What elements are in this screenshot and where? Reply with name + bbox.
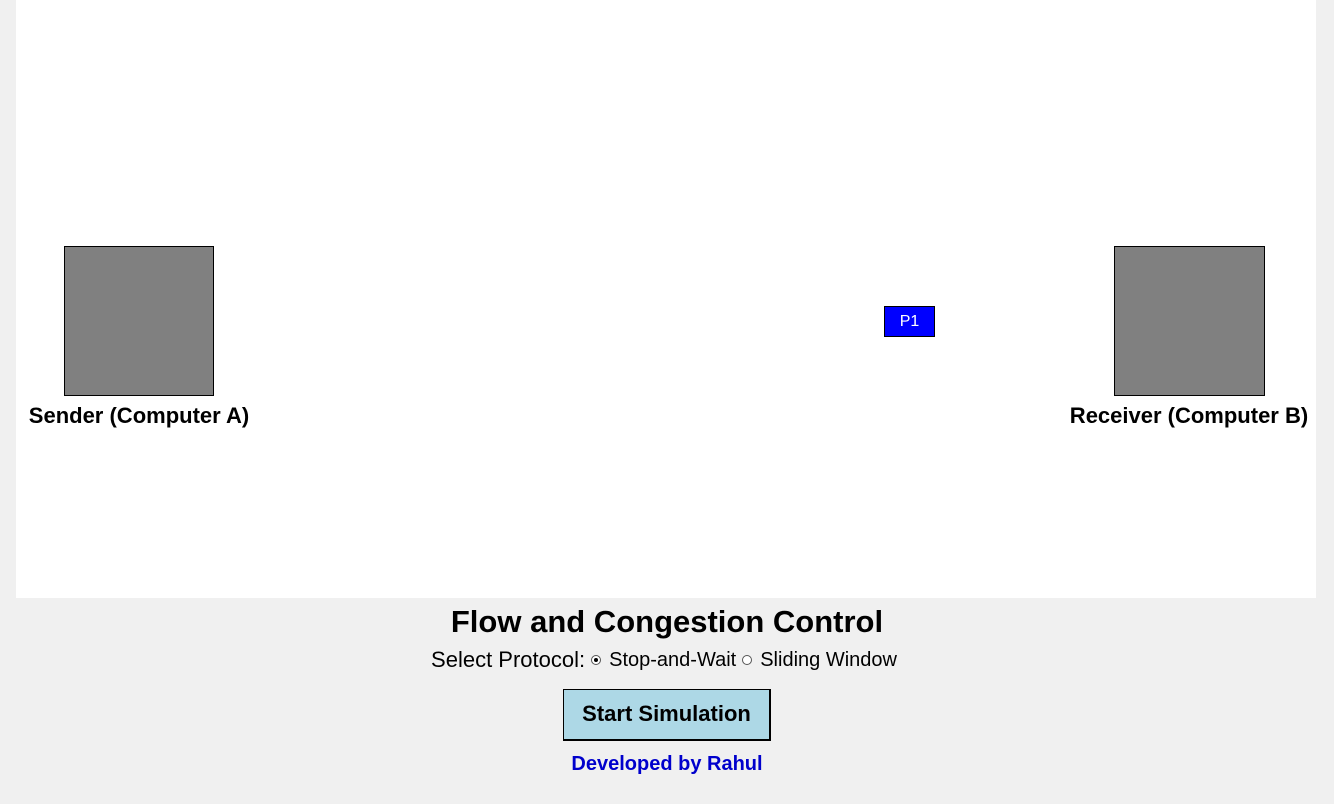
page-title: Flow and Congestion Control [450, 604, 884, 639]
sender-label: Sender (Computer A) [28, 403, 250, 428]
protocol-selector: Select Protocol: Stop-and-Wait Sliding W… [0, 646, 1334, 674]
start-simulation-button[interactable]: Start Simulation [563, 689, 771, 741]
receiver-computer-box [1114, 246, 1265, 396]
control-panel: Flow and Congestion Control Select Proto… [0, 600, 1334, 776]
radio-sliding-window-label: Sliding Window [760, 648, 897, 671]
sender-computer-box [64, 246, 214, 396]
radio-sliding-window-circle[interactable] [742, 655, 753, 665]
packet-p1: P1 [884, 306, 935, 337]
radio-stop-and-wait-label: Stop-and-Wait [609, 648, 737, 671]
simulation-canvas: Sender (Computer A) P1 Receiver (Compute… [16, 0, 1316, 598]
radio-stop-and-wait-circle[interactable] [591, 655, 602, 665]
radio-sliding-window[interactable]: Sliding Window [742, 649, 897, 672]
developer-credit: Developed by Rahul [571, 753, 763, 775]
protocol-label: Select Protocol: [431, 647, 586, 672]
receiver-label: Receiver (Computer B) [1069, 403, 1309, 428]
radio-stop-and-wait[interactable]: Stop-and-Wait [591, 649, 736, 672]
